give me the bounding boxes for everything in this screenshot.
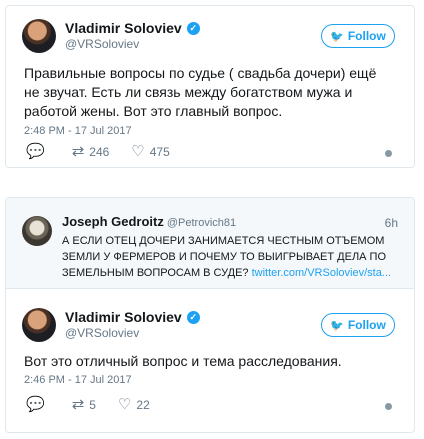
heart-icon: ♡ bbox=[117, 396, 132, 413]
twitter-bird-icon: 🐦 bbox=[330, 30, 344, 43]
tweet-text: Правильные вопросы по судье ( свадьба до… bbox=[24, 65, 377, 119]
reply-button[interactable]: 💬 bbox=[26, 144, 50, 159]
tweet-card-2: Joseph Gedroitz @Petrovich81 6h А ЕСЛИ ОТ… bbox=[5, 197, 415, 433]
quoted-tweet[interactable]: Joseph Gedroitz @Petrovich81 6h А ЕСЛИ ОТ… bbox=[6, 198, 414, 289]
timestamp[interactable]: 2:48 PM - 17 Jul 2017 bbox=[24, 125, 132, 137]
handle[interactable]: @Petrovich81 bbox=[167, 217, 236, 229]
retweet-count: 246 bbox=[89, 144, 110, 159]
display-name[interactable]: Vladimir Soloviev bbox=[65, 309, 182, 325]
reply-icon: 💬 bbox=[26, 396, 45, 413]
verified-badge-icon: ✓ bbox=[186, 310, 200, 324]
follow-label: Follow bbox=[347, 29, 386, 43]
retweet-button[interactable]: ⇄ 5 bbox=[72, 397, 96, 412]
tweet-author[interactable]: Vladimir Soloviev ✓ @VRSoloviev bbox=[22, 19, 200, 53]
follow-label: Follow bbox=[347, 318, 386, 332]
info-icon[interactable] bbox=[385, 150, 392, 157]
reply-icon: 💬 bbox=[26, 143, 45, 160]
tweet-text: Вот это отличный вопрос и тема расследов… bbox=[24, 353, 342, 369]
handle[interactable]: @VRSoloviev bbox=[65, 325, 200, 341]
twitter-bird-icon: 🐦 bbox=[330, 319, 344, 332]
avatar[interactable] bbox=[22, 216, 52, 246]
tweet-age[interactable]: 6h bbox=[385, 216, 398, 230]
heart-icon: ♡ bbox=[131, 143, 145, 160]
follow-button[interactable]: 🐦 Follow bbox=[321, 24, 395, 48]
display-name[interactable]: Vladimir Soloviev bbox=[65, 20, 182, 36]
like-count: 475 bbox=[149, 144, 170, 159]
verified-badge-icon: ✓ bbox=[186, 21, 200, 35]
like-button[interactable]: ♡ 22 bbox=[118, 397, 150, 412]
info-icon[interactable] bbox=[385, 403, 392, 410]
avatar[interactable] bbox=[22, 19, 56, 53]
retweet-button[interactable]: ⇄ 246 bbox=[72, 144, 110, 159]
timestamp[interactable]: 2:46 PM - 17 Jul 2017 bbox=[24, 374, 132, 386]
quoted-link[interactable]: twitter.com/VRSoloviev/sta... bbox=[252, 267, 391, 279]
like-button[interactable]: ♡ 475 bbox=[131, 144, 169, 159]
reply-button[interactable]: 💬 bbox=[26, 397, 50, 412]
handle[interactable]: @VRSoloviev bbox=[65, 36, 200, 52]
follow-button[interactable]: 🐦 Follow bbox=[321, 313, 395, 337]
quoted-text: А ЕСЛИ ОТЕЦ ДОЧЕРИ ЗАНИМАЕТСЯ ЧЕСТНЫМ ОТ… bbox=[62, 233, 402, 281]
tweet-card-1: Vladimir Soloviev ✓ @VRSoloviev 🐦 Follow П… bbox=[5, 5, 415, 168]
tweet-author[interactable]: Vladimir Soloviev ✓ @VRSoloviev bbox=[22, 308, 200, 342]
display-name[interactable]: Joseph Gedroitz bbox=[62, 214, 164, 229]
avatar[interactable] bbox=[22, 308, 56, 342]
like-count: 22 bbox=[136, 397, 150, 412]
retweet-icon: ⇄ bbox=[71, 396, 85, 413]
retweet-icon: ⇄ bbox=[71, 143, 85, 160]
retweet-count: 5 bbox=[89, 397, 96, 412]
